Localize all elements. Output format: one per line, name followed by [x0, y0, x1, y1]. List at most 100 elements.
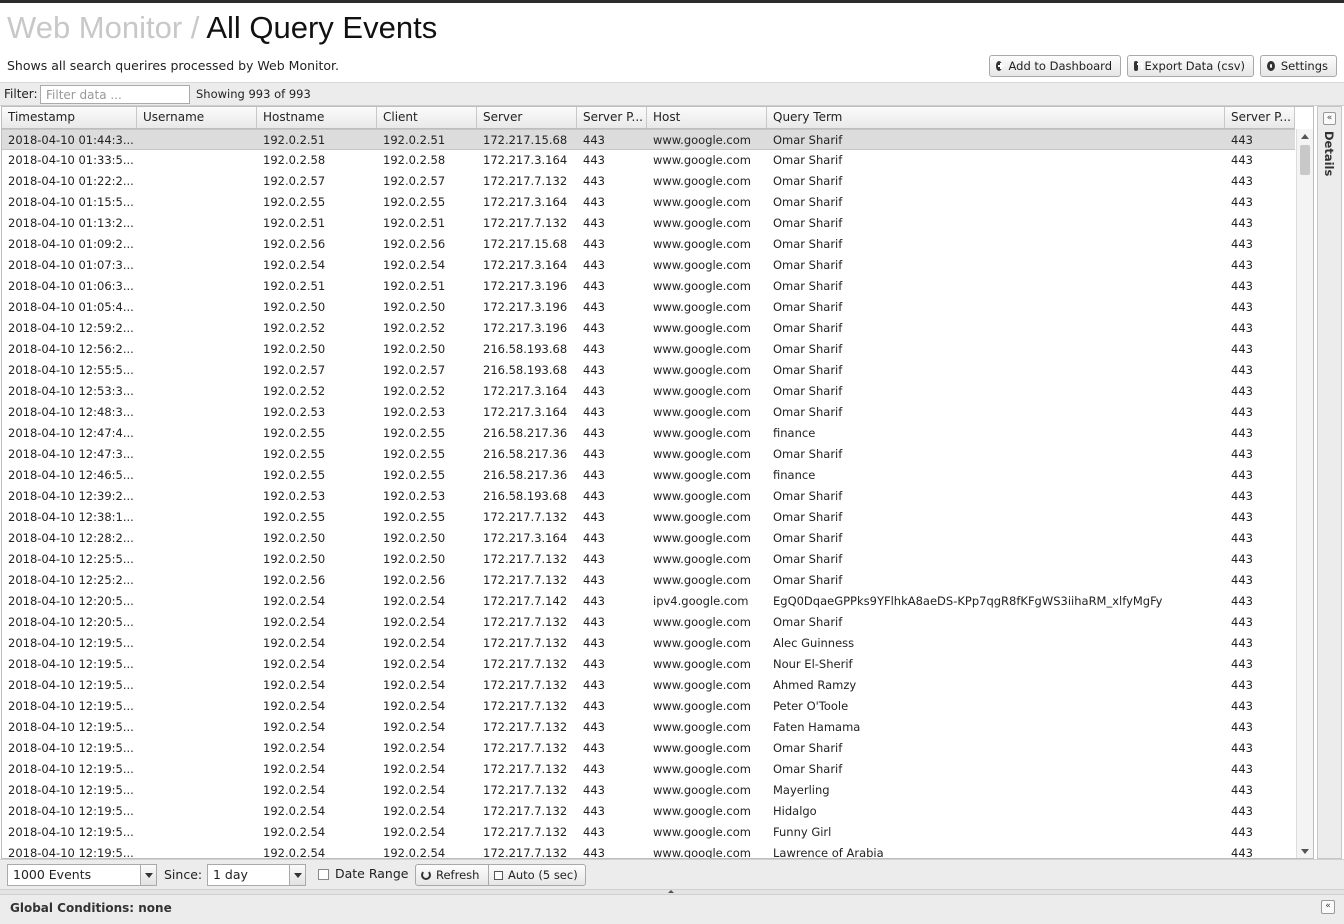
- table-cell-client: 192.0.2.54: [383, 804, 446, 818]
- table-row[interactable]: 2018-04-10 01:13:2... 192.0.2.51 192.0.2.5…: [2, 213, 1295, 234]
- export-csv-button[interactable]: Export Data (csv): [1127, 55, 1254, 77]
- table-row[interactable]: 2018-04-10 12:48:3... 192.0.2.53 192.0.2.5…: [2, 402, 1295, 423]
- table-row[interactable]: 2018-04-10 12:19:5... 192.0.2.54 192.0.2.5…: [2, 822, 1295, 843]
- column-header-client[interactable]: Client: [377, 107, 477, 128]
- table-cell-hostname: 192.0.2.54: [263, 657, 326, 671]
- table-row[interactable]: 2018-04-10 12:28:2... 192.0.2.50 192.0.2.5…: [2, 528, 1295, 549]
- table-cell-server-port: 443: [583, 447, 605, 461]
- filter-input[interactable]: [40, 85, 190, 104]
- table-cell-timestamp: 2018-04-10 01:15:5...: [8, 195, 134, 209]
- table-cell-username: [137, 130, 257, 151]
- table-cell-hostname: 192.0.2.57: [263, 174, 326, 188]
- table-cell-hostname: 192.0.2.55: [263, 447, 326, 461]
- scroll-down-arrow-icon[interactable]: [1301, 849, 1309, 854]
- table-row[interactable]: 2018-04-10 01:05:4... 192.0.2.50 192.0.2.5…: [2, 297, 1295, 318]
- table-row[interactable]: 2018-04-10 12:19:5... 192.0.2.54 192.0.2.5…: [2, 738, 1295, 759]
- table-row[interactable]: 2018-04-10 12:59:2... 192.0.2.52 192.0.2.5…: [2, 318, 1295, 339]
- table-row[interactable]: 2018-04-10 12:19:5... 192.0.2.54 192.0.2.5…: [2, 654, 1295, 675]
- breadcrumb-web-monitor[interactable]: Web Monitor: [7, 10, 182, 45]
- table-cell-hostname: 192.0.2.51: [263, 133, 326, 147]
- table-row[interactable]: 2018-04-10 12:25:2... 192.0.2.56 192.0.2.5…: [2, 570, 1295, 591]
- table-row[interactable]: 2018-04-10 12:19:5... 192.0.2.54 192.0.2.5…: [2, 696, 1295, 717]
- table-cell-client: 192.0.2.54: [383, 594, 446, 608]
- table-row[interactable]: 2018-04-10 12:19:5... 192.0.2.54 192.0.2.5…: [2, 717, 1295, 738]
- table-cell-query-term: Faten Hamama: [773, 720, 861, 734]
- since-select[interactable]: 1 day: [207, 864, 306, 886]
- table-row[interactable]: 2018-04-10 12:55:5... 192.0.2.57 192.0.2.5…: [2, 360, 1295, 381]
- table-cell-username: [137, 738, 257, 759]
- table-cell-username: [137, 381, 257, 402]
- table-body: 2018-04-10 01:44:3... 192.0.2.51 192.0.2.5…: [2, 129, 1295, 858]
- table-row[interactable]: 2018-04-10 01:44:3... 192.0.2.51 192.0.2.5…: [2, 129, 1295, 150]
- date-range-checkbox[interactable]: [318, 869, 329, 880]
- table-row[interactable]: 2018-04-10 12:19:5... 192.0.2.54 192.0.2.5…: [2, 780, 1295, 801]
- table-row[interactable]: 2018-04-10 12:20:5... 192.0.2.54 192.0.2.5…: [2, 612, 1295, 633]
- table-row[interactable]: 2018-04-10 12:25:5... 192.0.2.50 192.0.2.5…: [2, 549, 1295, 570]
- table-cell-hostname: 192.0.2.57: [263, 363, 326, 377]
- events-limit-select[interactable]: 1000 Events: [7, 864, 157, 886]
- table-cell-timestamp: 2018-04-10 12:53:3...: [8, 384, 134, 398]
- table-cell-server-port-2: 443: [1231, 153, 1253, 167]
- table-cell-username: [137, 507, 257, 528]
- table-cell-host: www.google.com: [653, 321, 751, 335]
- table-row[interactable]: 2018-04-10 12:46:5... 192.0.2.55 192.0.2.5…: [2, 465, 1295, 486]
- details-panel-label[interactable]: Details: [1322, 131, 1336, 176]
- table-row[interactable]: 2018-04-10 01:09:2... 192.0.2.56 192.0.2.5…: [2, 234, 1295, 255]
- table-cell-server: 172.217.3.196: [483, 321, 568, 335]
- table-row[interactable]: 2018-04-10 12:53:3... 192.0.2.52 192.0.2.5…: [2, 381, 1295, 402]
- scrollbar-thumb[interactable]: [1300, 145, 1310, 175]
- column-header-server-port[interactable]: Server P...: [577, 107, 647, 128]
- table-row[interactable]: 2018-04-10 12:19:5... 192.0.2.54 192.0.2.5…: [2, 675, 1295, 696]
- table-cell-client: 192.0.2.50: [383, 552, 446, 566]
- table-row[interactable]: 2018-04-10 12:38:1... 192.0.2.55 192.0.2.5…: [2, 507, 1295, 528]
- column-header-query-term[interactable]: Query Term: [767, 107, 1225, 128]
- column-header-host[interactable]: Host: [647, 107, 767, 128]
- table-row[interactable]: 2018-04-10 12:47:4... 192.0.2.55 192.0.2.5…: [2, 423, 1295, 444]
- table-row[interactable]: 2018-04-10 12:19:5... 192.0.2.54 192.0.2.5…: [2, 633, 1295, 654]
- table-row[interactable]: 2018-04-10 01:33:5... 192.0.2.58 192.0.2.5…: [2, 150, 1295, 171]
- details-collapse-icon[interactable]: «: [1323, 112, 1336, 125]
- table-cell-server: 172.217.3.164: [483, 405, 568, 419]
- table-cell-timestamp: 2018-04-10 12:20:5...: [8, 615, 134, 629]
- chevron-down-icon[interactable]: [289, 865, 305, 885]
- refresh-button[interactable]: Refresh: [415, 864, 489, 886]
- chevron-down-icon[interactable]: [140, 865, 156, 885]
- column-header-server-port-2[interactable]: Server P...: [1225, 107, 1295, 128]
- column-header-timestamp[interactable]: Timestamp: [2, 107, 137, 128]
- scroll-up-arrow-icon[interactable]: [1301, 134, 1309, 139]
- column-header-server[interactable]: Server: [477, 107, 577, 128]
- table-cell-server-port-2: 443: [1231, 573, 1253, 587]
- table-cell-hostname: 192.0.2.58: [263, 153, 326, 167]
- table-cell-hostname: 192.0.2.54: [263, 825, 326, 839]
- table-cell-server-port: 443: [583, 237, 605, 251]
- table-row[interactable]: 2018-04-10 01:22:2... 192.0.2.57 192.0.2.5…: [2, 171, 1295, 192]
- splitter-handle-icon[interactable]: [668, 890, 674, 893]
- table-row[interactable]: 2018-04-10 12:39:2... 192.0.2.53 192.0.2.5…: [2, 486, 1295, 507]
- table-row[interactable]: 2018-04-10 12:47:3... 192.0.2.55 192.0.2.5…: [2, 444, 1295, 465]
- table-row[interactable]: 2018-04-10 12:19:5... 192.0.2.54 192.0.2.5…: [2, 843, 1295, 858]
- vertical-scrollbar[interactable]: [1296, 129, 1313, 858]
- table-cell-username: [137, 675, 257, 696]
- table-row[interactable]: 2018-04-10 12:19:5... 192.0.2.54 192.0.2.5…: [2, 759, 1295, 780]
- date-range-label[interactable]: Date Range: [335, 866, 408, 881]
- table-row[interactable]: 2018-04-10 12:20:5... 192.0.2.54 192.0.2.5…: [2, 591, 1295, 612]
- details-panel[interactable]: « Details: [1317, 106, 1342, 859]
- add-to-dashboard-button[interactable]: Add to Dashboard: [989, 55, 1121, 77]
- table-cell-server-port: 443: [583, 321, 605, 335]
- column-header-username[interactable]: Username: [137, 107, 257, 128]
- global-conditions-expand-icon[interactable]: «: [1321, 900, 1335, 914]
- table-cell-host: www.google.com: [653, 552, 751, 566]
- table-cell-query-term: Peter O'Toole: [773, 699, 849, 713]
- table-cell-server: 216.58.193.68: [483, 363, 568, 377]
- table-row[interactable]: 2018-04-10 01:07:3... 192.0.2.54 192.0.2.5…: [2, 255, 1295, 276]
- table-row[interactable]: 2018-04-10 12:56:2... 192.0.2.50 192.0.2.5…: [2, 339, 1295, 360]
- table-row[interactable]: 2018-04-10 12:19:5... 192.0.2.54 192.0.2.5…: [2, 801, 1295, 822]
- table-row[interactable]: 2018-04-10 01:15:5... 192.0.2.55 192.0.2.5…: [2, 192, 1295, 213]
- table-row[interactable]: 2018-04-10 01:06:3... 192.0.2.51 192.0.2.5…: [2, 276, 1295, 297]
- column-header-hostname[interactable]: Hostname: [257, 107, 377, 128]
- settings-button[interactable]: Settings: [1260, 55, 1337, 77]
- table-cell-username: [137, 654, 257, 675]
- table-cell-query-term: Omar Sharif: [773, 510, 843, 524]
- auto-refresh-toggle[interactable]: Auto (5 sec): [489, 864, 586, 886]
- auto-refresh-checkbox[interactable]: [494, 870, 503, 880]
